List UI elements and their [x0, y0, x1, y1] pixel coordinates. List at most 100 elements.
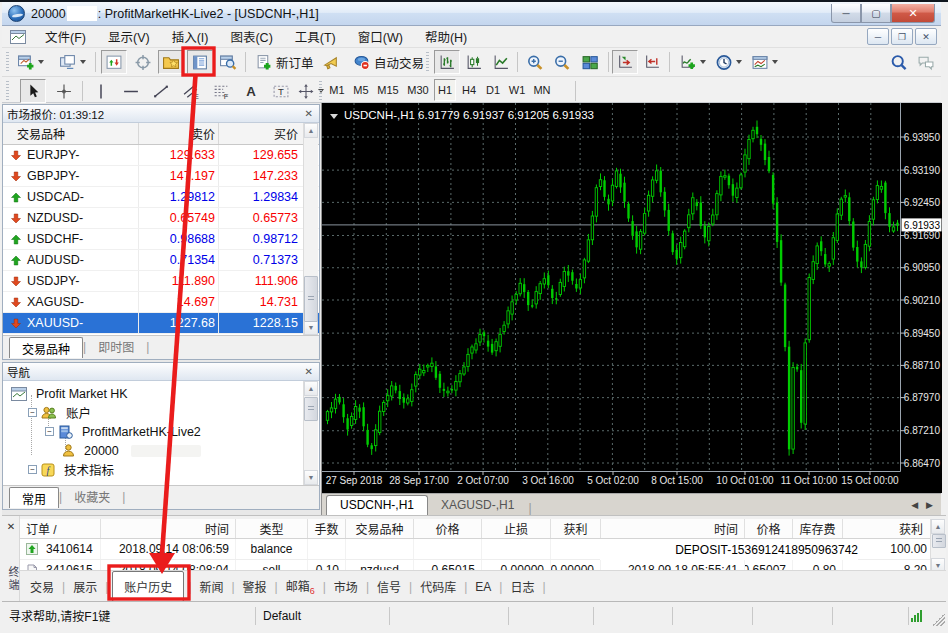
terminal-tab-2[interactable]: 账户历史 [112, 571, 184, 602]
tree-node[interactable]: 20000 [3, 441, 319, 460]
market-watch-row[interactable]: AUDUSD- 0.71354 0.71373 [3, 250, 319, 271]
tree-expander-icon[interactable]: − [28, 465, 37, 474]
indicators-button[interactable] [674, 50, 711, 74]
tab-1[interactable]: 收藏夹 [62, 486, 122, 507]
minimize-button[interactable]: ─ [831, 4, 861, 23]
zoom-out-button[interactable] [549, 50, 575, 74]
tree-expander-icon[interactable]: − [45, 427, 54, 436]
timeframe-mn[interactable]: MN [530, 79, 554, 101]
menu-item-0[interactable]: 文件(F) [34, 25, 97, 48]
market-watch-row[interactable]: XAGUSD- 14.697 14.731 [3, 292, 319, 313]
chart-tab-1[interactable]: XAGUSD-,H1 [428, 495, 527, 515]
terminal-tab-8[interactable]: 代码库 [414, 575, 462, 598]
navigator-button[interactable] [158, 50, 184, 74]
periods-button[interactable] [710, 50, 747, 74]
profiles-button[interactable] [54, 50, 91, 74]
timeframe-h4[interactable]: H4 [458, 79, 480, 101]
strategy-tester-button[interactable] [215, 50, 241, 74]
terminal-tab-0[interactable]: 交易 [24, 575, 60, 598]
scroll-right-icon[interactable]: ▶ [926, 500, 933, 510]
text-button[interactable]: A [238, 79, 264, 103]
chart-window[interactable]: 6.939506.931906.924506.916906.909506.902… [321, 103, 941, 515]
market-watch-row[interactable]: USDJPY- 111.890 111.906 [3, 271, 319, 292]
cursor-button[interactable] [20, 79, 46, 103]
timeframe-d1[interactable]: D1 [482, 79, 504, 101]
menu-item-1[interactable]: 显示(V) [97, 25, 161, 48]
terminal-column-header[interactable]: 手数 [307, 519, 345, 538]
chart-shift-button[interactable] [612, 50, 638, 74]
terminal-column-header[interactable]: 交易品种 [345, 519, 413, 538]
market-watch-row[interactable]: EURJPY- 129.633 129.655 [3, 145, 319, 166]
vline-button[interactable] [88, 79, 114, 103]
chart-line-button[interactable] [488, 50, 514, 74]
close-icon[interactable]: ✕ [305, 108, 315, 119]
terminal-tab-3[interactable]: 新闻 [193, 575, 229, 598]
market-watch-row[interactable]: GBPJPY- 147.197 147.233 [3, 166, 319, 187]
templates-button[interactable] [746, 50, 783, 74]
market-watch-header[interactable]: 市场报价: 01:39:12✕ [3, 105, 319, 123]
tree-node[interactable]: Profit Market HK [3, 384, 319, 403]
child-minimize-button[interactable]: ─ [867, 28, 889, 45]
title-bar[interactable]: 20000: ProfitMarketHK-Live2 - [USDCNH-,H… [2, 2, 941, 26]
new-chart-button[interactable] [12, 50, 49, 74]
channel-button[interactable]: E [178, 79, 204, 103]
terminal-scrollbar[interactable]: ▲ ▼ [930, 519, 946, 573]
terminal-column-header[interactable]: 订单 / [20, 519, 100, 538]
close-icon[interactable]: ✕ [305, 366, 315, 377]
chart-candles-button[interactable] [461, 50, 487, 74]
metaeditor-button[interactable] [318, 50, 344, 74]
price-chart[interactable]: 6.939506.931906.924506.916906.909506.902… [322, 103, 942, 493]
market-watch-scrollbar[interactable]: ▲ ▼ [303, 123, 318, 335]
menu-item-2[interactable]: 插入(I) [161, 25, 220, 48]
timeframe-m15[interactable]: M15 [374, 79, 402, 101]
hline-button[interactable] [118, 79, 144, 103]
scroll-left-icon[interactable]: ◀ [911, 500, 918, 510]
terminal-column-header[interactable]: 获利 [550, 519, 600, 538]
tab-0[interactable]: 常用 [9, 487, 59, 508]
resize-grip[interactable] [932, 613, 945, 626]
crosshair-button[interactable] [51, 79, 77, 103]
new-order-button[interactable]: 新订单 [250, 50, 319, 74]
menu-item-6[interactable]: 帮助(H) [414, 25, 478, 48]
terminal-tab-4[interactable]: 警报 [237, 575, 273, 598]
zoom-in-button[interactable] [522, 50, 548, 74]
auto-scroll-button[interactable] [639, 50, 665, 74]
child-close-button[interactable]: ✕ [915, 28, 937, 45]
shapes-button[interactable] [292, 79, 329, 103]
tab-0[interactable]: 交易品种 [9, 337, 83, 358]
terminal-column-header[interactable]: 止损 [481, 519, 550, 538]
close-button[interactable]: ✕ [891, 4, 935, 23]
timeframe-m5[interactable]: M5 [350, 79, 372, 101]
chart-bars-button[interactable] [434, 50, 460, 74]
menu-item-3[interactable]: 图表(C) [219, 25, 283, 48]
child-restore-button[interactable]: ❐ [891, 28, 913, 45]
market-watch-row[interactable]: NZDUSD- 0.65749 0.65773 [3, 208, 319, 229]
market-watch-row[interactable]: USDCHF- 0.98688 0.98712 [3, 229, 319, 250]
tree-node[interactable]: −账户 [3, 403, 319, 422]
terminal-tab-1[interactable]: 展示 [67, 575, 103, 598]
menu-item-4[interactable]: 工具(T) [284, 25, 347, 48]
chat-button[interactable] [913, 50, 939, 74]
data-window-button[interactable] [130, 50, 156, 74]
chart-tab-0[interactable]: USDCNH-,H1 [326, 495, 428, 515]
market-watch-row[interactable]: USDCAD- 1.29812 1.29834 [3, 187, 319, 208]
terminal-tab-5[interactable]: 邮箱6 [280, 574, 321, 599]
terminal-column-header[interactable]: 时间 [100, 519, 235, 538]
text-label-button[interactable]: T [268, 79, 294, 103]
tab-1[interactable]: 即时图 [86, 336, 146, 357]
tree-expander-icon[interactable]: − [28, 408, 37, 417]
terminal-tab-9[interactable]: EA [469, 577, 497, 597]
timeframe-w1[interactable]: W1 [506, 79, 528, 101]
trendline-button[interactable] [148, 79, 174, 103]
maximize-button[interactable]: ▢ [861, 4, 891, 23]
terminal-row[interactable]: 34106142018.09.14 08:06:59balance100.00D… [20, 539, 931, 560]
market-watch-row[interactable]: XAUUSD- 1227.68 1228.15 [3, 313, 319, 334]
timeframe-m1[interactable]: M1 [326, 79, 348, 101]
terminal-column-header[interactable]: 价格 [413, 519, 481, 538]
tree-node[interactable]: −f技术指标 [3, 460, 319, 479]
terminal-row[interactable]: 34106152018.09.14 08:08:04sell0.10nzdusd… [20, 560, 931, 570]
terminal-column-header[interactable]: 时间 [600, 519, 744, 538]
autotrading-button[interactable]: 自动交易 [348, 50, 429, 74]
market-watch-columns[interactable]: 交易品种 卖价 买价 [3, 123, 319, 145]
search-button[interactable] [886, 50, 912, 74]
